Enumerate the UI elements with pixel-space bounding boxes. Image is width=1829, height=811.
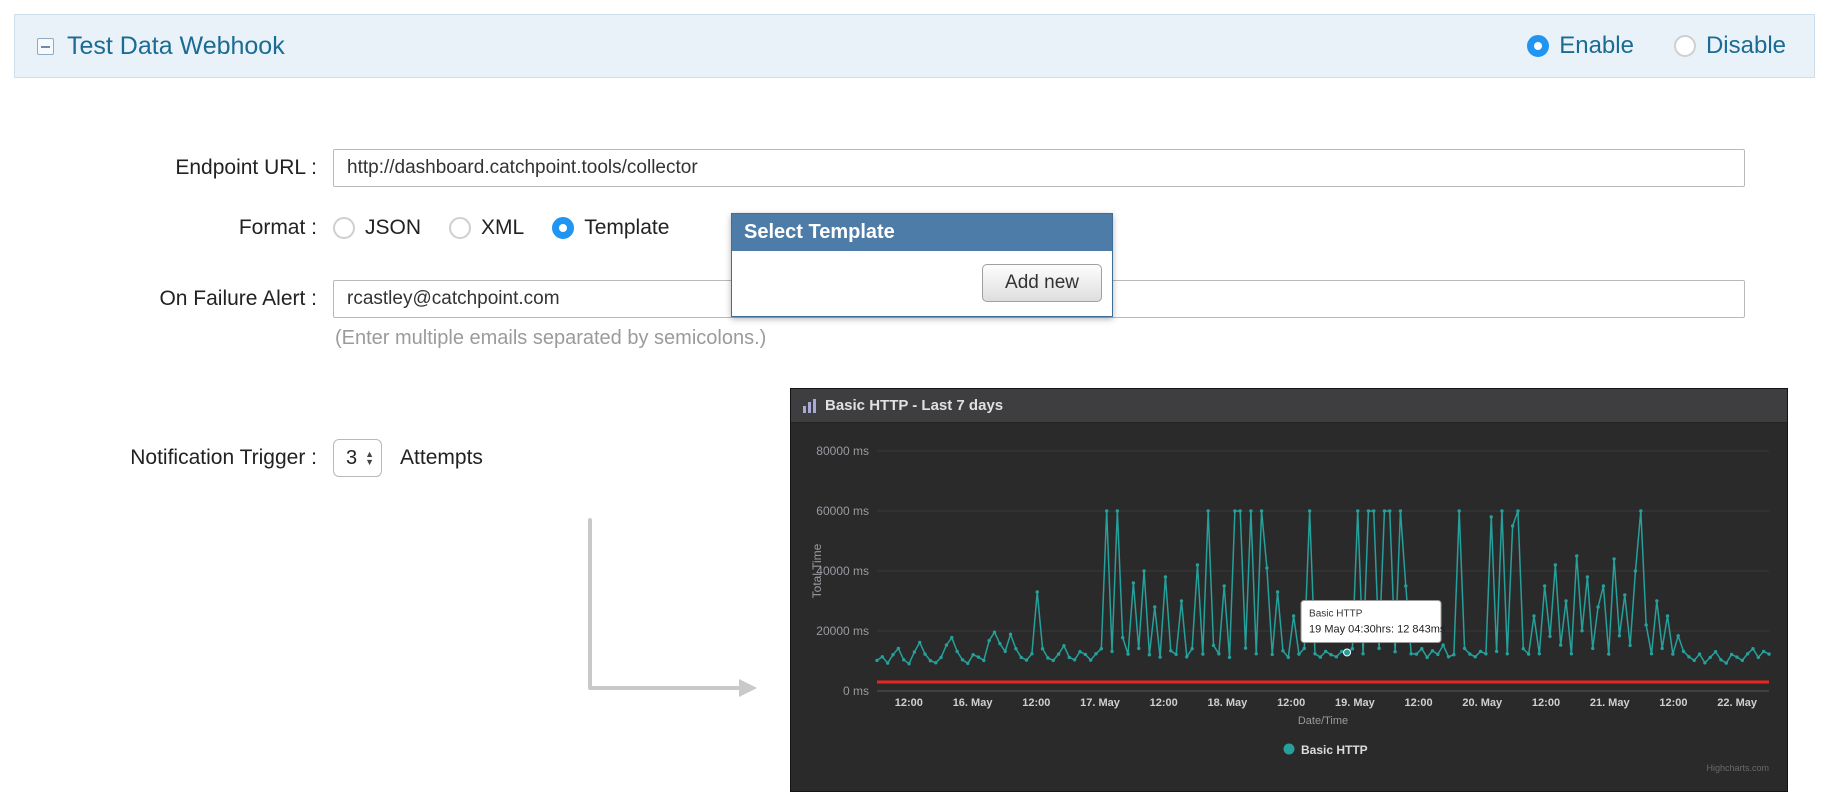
attempts-stepper[interactable]: 3 ▲▼ <box>333 439 382 477</box>
chart-panel: Basic HTTP - Last 7 days 0 ms 20000 ms 400… <box>790 388 1788 792</box>
xml-option-label: XML <box>481 216 524 240</box>
chart-titlebar: Basic HTTP - Last 7 days <box>791 389 1787 423</box>
svg-text:18. May: 18. May <box>1208 697 1249 709</box>
add-new-button[interactable]: Add new <box>982 264 1102 302</box>
svg-text:22. May: 22. May <box>1717 697 1758 709</box>
svg-text:12:00: 12:00 <box>895 697 923 709</box>
svg-text:12:00: 12:00 <box>1150 697 1178 709</box>
collapse-icon[interactable] <box>37 38 54 55</box>
svg-text:12:00: 12:00 <box>1532 697 1560 709</box>
attempts-value: 3 <box>346 447 357 470</box>
svg-text:12:00: 12:00 <box>1405 697 1433 709</box>
svg-text:17. May: 17. May <box>1080 697 1121 709</box>
svg-text:19. May: 19. May <box>1335 697 1376 709</box>
enable-disable-group: Enable Disable <box>1527 32 1786 60</box>
endpoint-url-row: Endpoint URL : <box>0 149 1829 187</box>
endpoint-url-input[interactable] <box>333 149 1745 187</box>
enable-radio[interactable]: Enable <box>1527 32 1634 60</box>
endpoint-url-label: Endpoint URL : <box>0 156 317 180</box>
json-option-label: JSON <box>365 216 421 240</box>
flow-arrow-icon <box>575 512 775 707</box>
svg-text:40000 ms: 40000 ms <box>816 564 869 578</box>
section-header-left: Test Data Webhook <box>37 32 285 61</box>
timeseries-chart: 0 ms 20000 ms 40000 ms 60000 ms 80000 ms Tota… <box>791 423 1787 791</box>
svg-text:21. May: 21. May <box>1590 697 1631 709</box>
svg-text:16. May: 16. May <box>953 697 994 709</box>
chart-title: Basic HTTP - Last 7 days <box>825 397 1003 414</box>
format-radio-template[interactable]: Template <box>552 216 669 240</box>
svg-text:Basic HTTP: Basic HTTP <box>1309 608 1363 619</box>
column-chart-icon <box>803 399 816 413</box>
svg-text:12:00: 12:00 <box>1659 697 1687 709</box>
format-label: Format : <box>0 216 317 240</box>
svg-text:Total Time: Total Time <box>810 543 824 598</box>
xml-radio-icon <box>449 217 471 239</box>
attempts-suffix: Attempts <box>400 446 483 470</box>
svg-text:20. May: 20. May <box>1462 697 1503 709</box>
format-radio-xml[interactable]: XML <box>449 216 524 240</box>
format-radio-json[interactable]: JSON <box>333 216 421 240</box>
disable-radio[interactable]: Disable <box>1674 32 1786 60</box>
svg-text:12:00: 12:00 <box>1022 697 1050 709</box>
svg-text:Basic HTTP: Basic HTTP <box>1301 743 1368 757</box>
svg-text:Date/Time: Date/Time <box>1298 715 1348 727</box>
failure-alert-hint: (Enter multiple emails separated by semi… <box>335 327 766 350</box>
format-radio-group: JSON XML Template <box>333 216 669 240</box>
section-header: Test Data Webhook Enable Disable <box>14 14 1815 78</box>
enable-radio-icon <box>1527 35 1549 57</box>
svg-text:20000 ms: 20000 ms <box>816 624 869 638</box>
select-template-header[interactable]: Select Template <box>732 214 1112 251</box>
stepper-arrows-icon: ▲▼ <box>365 450 374 466</box>
webhook-settings-page: Test Data Webhook Enable Disable Endpoin… <box>0 0 1829 811</box>
svg-text:Highcharts.com: Highcharts.com <box>1706 763 1769 773</box>
svg-text:80000 ms: 80000 ms <box>816 444 869 458</box>
page-title: Test Data Webhook <box>67 32 285 61</box>
svg-text:0 ms: 0 ms <box>843 684 869 698</box>
enable-label: Enable <box>1559 32 1634 60</box>
svg-text:60000 ms: 60000 ms <box>816 504 869 518</box>
template-radio-icon <box>552 217 574 239</box>
svg-text:12:00: 12:00 <box>1277 697 1305 709</box>
failure-alert-label: On Failure Alert : <box>0 287 317 311</box>
select-template-dropdown: Select Template Add new <box>731 213 1113 317</box>
template-option-label: Template <box>584 216 669 240</box>
json-radio-icon <box>333 217 355 239</box>
svg-text:19 May 04:30hrs: 12 843ms: 19 May 04:30hrs: 12 843ms <box>1309 623 1446 635</box>
disable-label: Disable <box>1706 32 1786 60</box>
select-template-body: Add new <box>732 251 1112 317</box>
notification-trigger-label: Notification Trigger : <box>0 446 317 470</box>
disable-radio-icon <box>1674 35 1696 57</box>
